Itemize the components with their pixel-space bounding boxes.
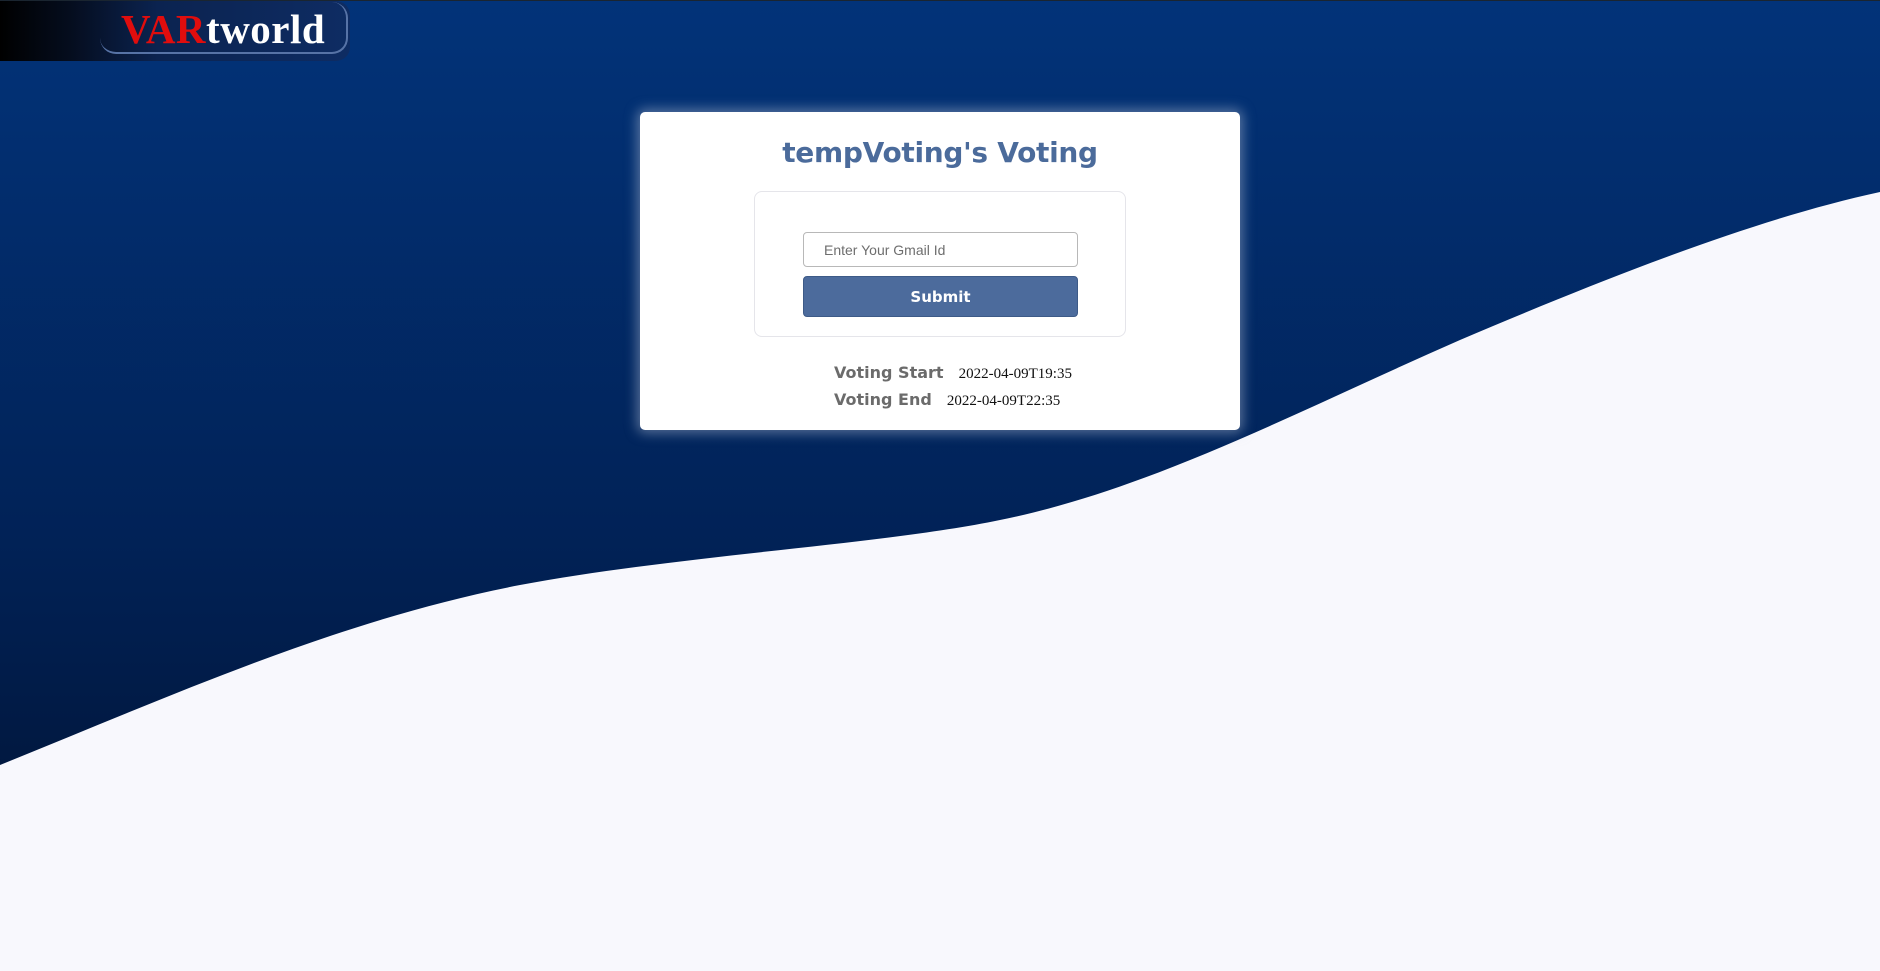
voting-end-value: 2022-04-09T22:35 bbox=[946, 393, 1061, 409]
voting-start-value: 2022-04-09T19:35 bbox=[958, 366, 1072, 382]
page: VARtworld tempVoting's Voting Submit Vot… bbox=[0, 0, 1880, 971]
voting-start-label: Voting Start bbox=[834, 363, 944, 382]
logo-text-white: tworld bbox=[206, 6, 326, 52]
voting-end-label: Voting End bbox=[834, 390, 932, 409]
logo-text-red: VAR bbox=[121, 6, 207, 52]
submit-button[interactable]: Submit bbox=[803, 276, 1078, 317]
email-form: Submit bbox=[754, 191, 1126, 337]
voting-card: tempVoting's Voting Submit Voting Start … bbox=[640, 112, 1240, 430]
voting-start-row: Voting Start 2022-04-09T19:35 bbox=[834, 363, 1072, 383]
voting-end-row: Voting End 2022-04-09T22:35 bbox=[834, 390, 1060, 410]
voting-title: tempVoting's Voting bbox=[782, 136, 1098, 169]
gmail-input[interactable] bbox=[803, 232, 1078, 267]
site-logo[interactable]: VARtworld bbox=[121, 4, 325, 54]
